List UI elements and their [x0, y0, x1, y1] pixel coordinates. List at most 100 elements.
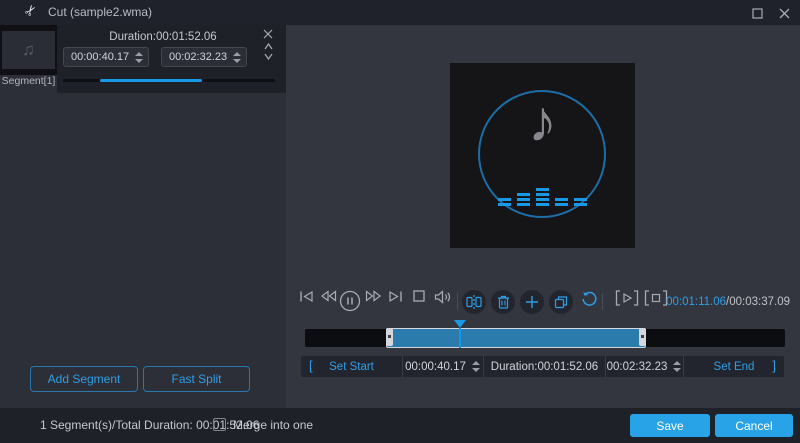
start-time-value: 00:00:40.17: [405, 361, 466, 373]
step-down-icon[interactable]: [472, 368, 480, 372]
add-segment-button[interactable]: Add Segment: [30, 366, 138, 392]
scissors-icon: ✂: [21, 1, 42, 20]
step-up-icon[interactable]: [233, 52, 241, 56]
preview-panel: ♪: [286, 25, 800, 408]
footer-bar: 1 Segment(s)/Total Duration: 00:01:52.06…: [0, 408, 800, 443]
fast-split-button[interactable]: Fast Split: [143, 366, 250, 392]
close-icon: [779, 8, 790, 19]
segment-range-fill: [100, 79, 202, 82]
segment-card[interactable]: Duration:00:01:52.06 00:00:40.17 – 00:02…: [57, 25, 286, 93]
segment-thumbnail[interactable]: ♫: [2, 31, 55, 69]
segment-label: Segment[1]: [0, 75, 57, 87]
chevron-down-icon: [264, 53, 273, 60]
equalizer-icon: [450, 188, 635, 206]
segment-duration: Duration:00:01:52.06: [57, 31, 269, 43]
skip-start-button[interactable]: [297, 290, 315, 303]
selection-end-handle[interactable]: [639, 328, 646, 346]
split-button[interactable]: [462, 290, 486, 314]
rewind-button[interactable]: [319, 290, 337, 302]
preview-stop-button[interactable]: [643, 290, 669, 306]
add-button[interactable]: [520, 290, 544, 314]
time-display: 00:01:11.06/00:03:37.09: [666, 296, 790, 308]
selection-start-handle[interactable]: [386, 328, 393, 346]
save-button[interactable]: Save: [630, 414, 710, 437]
segment-end-value: 00:02:32.23: [169, 51, 232, 63]
reset-button[interactable]: [579, 290, 599, 307]
set-start-label: Set Start: [329, 361, 374, 373]
forward-button[interactable]: [364, 290, 382, 302]
reset-icon: [581, 290, 598, 307]
end-time-value: 00:02:32.23: [607, 361, 668, 373]
cancel-button[interactable]: Cancel: [715, 414, 793, 437]
skip-start-icon: [299, 290, 314, 303]
divider: [457, 293, 458, 310]
step-down-icon[interactable]: [135, 59, 143, 63]
audio-preview-area: ♪: [450, 63, 635, 248]
close-button[interactable]: [775, 5, 793, 21]
maximize-icon: [752, 8, 763, 19]
move-segment-up-button[interactable]: [264, 43, 273, 50]
stop-icon: [413, 290, 425, 302]
duration-cell: Duration:00:01:52.06: [484, 356, 606, 377]
bracket-play-icon: [615, 290, 639, 306]
trash-icon: [497, 295, 510, 309]
chevron-up-icon: [264, 43, 273, 50]
forward-icon: [365, 290, 382, 302]
cut-dialog: ✂ Cut (sample2.wma) ♫ Segment[1] Duratio…: [0, 0, 800, 443]
step-up-icon[interactable]: [673, 361, 681, 365]
delete-button[interactable]: [491, 290, 515, 314]
music-note-icon: ♫: [22, 40, 35, 60]
stop-button[interactable]: [411, 290, 427, 302]
segment-start-input[interactable]: 00:00:40.17: [63, 47, 149, 67]
copy-button[interactable]: [549, 290, 573, 314]
preview-play-button[interactable]: [614, 290, 640, 306]
duration-value: Duration:00:01:52.06: [491, 361, 598, 373]
step-down-icon[interactable]: [233, 59, 241, 63]
trim-bar: [ Set Start 00:00:40.17 Duration:00:01:5…: [300, 355, 785, 378]
maximize-button[interactable]: [748, 5, 766, 21]
close-bracket: ]: [772, 358, 776, 373]
volume-button[interactable]: [433, 290, 453, 304]
set-end-label: Set End: [714, 361, 755, 373]
bracket-stop-icon: [644, 290, 668, 306]
segment-end-input[interactable]: 00:02:32.23: [161, 47, 247, 67]
set-end-button[interactable]: Set End ]: [684, 356, 784, 377]
pause-button[interactable]: [338, 290, 362, 312]
segment-thumbnail-frame: ♫: [0, 25, 57, 75]
skip-end-button[interactable]: [386, 290, 404, 303]
delete-segment-button[interactable]: [263, 29, 273, 39]
music-note-icon: ♪: [450, 93, 635, 151]
window-title: Cut (sample2.wma): [48, 5, 152, 19]
pause-icon: [339, 290, 361, 312]
step-down-icon[interactable]: [673, 368, 681, 372]
close-icon: [263, 29, 273, 39]
segments-summary: 1 Segment(s)/Total Duration: 00:01:52.06: [40, 418, 259, 432]
total-time: /00:03:37.09: [726, 296, 790, 308]
merge-checkbox[interactable]: [213, 418, 226, 431]
merge-label: Merge into one: [233, 418, 313, 432]
step-up-icon[interactable]: [135, 52, 143, 56]
timeline-selection[interactable]: [386, 328, 646, 348]
start-time-stepper[interactable]: [471, 361, 481, 372]
volume-icon: [434, 290, 452, 304]
segment-start-stepper[interactable]: [134, 52, 144, 63]
start-time-input[interactable]: 00:00:40.17: [403, 356, 484, 377]
end-time-input[interactable]: 00:02:32.23: [606, 356, 684, 377]
playhead-line: [459, 328, 461, 348]
set-start-button[interactable]: [ Set Start: [301, 356, 403, 377]
open-bracket: [: [309, 358, 313, 373]
step-up-icon[interactable]: [472, 361, 480, 365]
copy-icon: [554, 295, 568, 309]
split-icon: [466, 295, 482, 309]
divider: [602, 293, 603, 310]
timeline-track[interactable]: [305, 329, 785, 347]
segment-range-bar[interactable]: [63, 79, 275, 82]
rewind-icon: [320, 290, 337, 302]
move-segment-down-button[interactable]: [264, 53, 273, 60]
playhead-marker[interactable]: [454, 320, 466, 328]
skip-end-icon: [388, 290, 403, 303]
segment-end-stepper[interactable]: [232, 52, 242, 63]
segment-list-panel: ♫ Segment[1] Duration:00:01:52.06 00:00:…: [0, 25, 286, 408]
plus-icon: [525, 295, 539, 309]
end-time-stepper[interactable]: [672, 361, 682, 372]
